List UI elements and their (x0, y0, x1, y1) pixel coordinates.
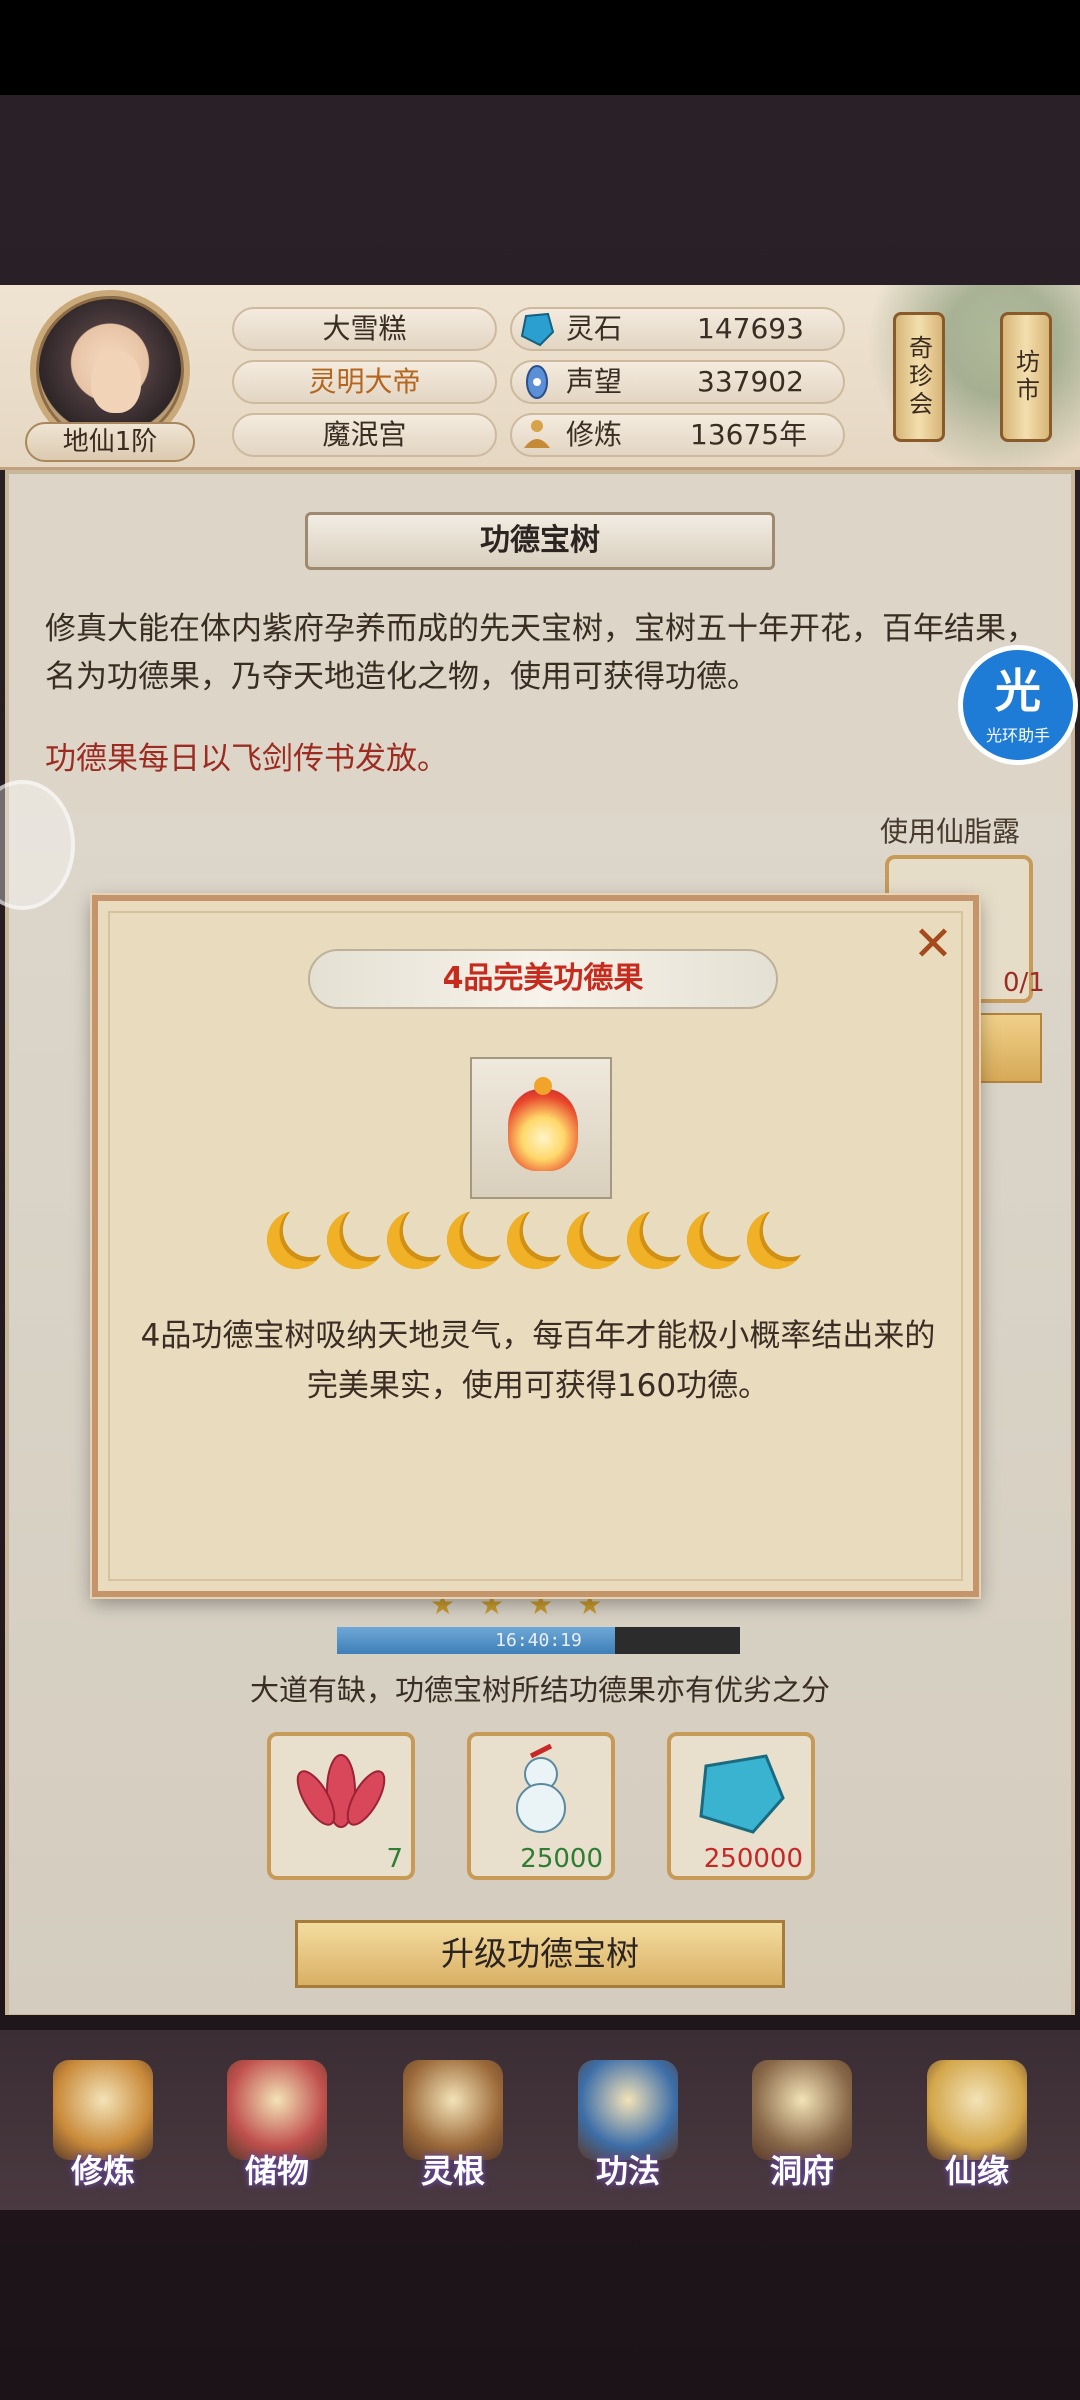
use-dew-count: 0/1 (1003, 968, 1045, 998)
item-icon-box (470, 1057, 612, 1199)
technique-book-icon (578, 2060, 678, 2160)
cultivation-icon (524, 420, 550, 448)
nav-item-technique[interactable]: 功法 (553, 2060, 703, 2210)
resource-value: 147693 (697, 312, 804, 345)
player-sect: 魔泯宫 (232, 413, 497, 457)
nav-label: 仙缘 (944, 2152, 1009, 2190)
nav-label: 功法 (595, 2152, 660, 2190)
player-name: 大雪糕 (232, 307, 497, 351)
spirit-stone-icon (520, 312, 555, 347)
crescent-moon-icon (320, 1204, 391, 1275)
use-dew-label: 使用仙脂露 (880, 815, 1021, 848)
cost-quantity: 250000 (703, 1844, 803, 1874)
gourd-icon (516, 1743, 566, 1833)
player-title: 灵明大帝 (232, 360, 497, 404)
crescent-moon-icon (380, 1204, 451, 1275)
nav-item-cultivate[interactable]: 修炼 (28, 2060, 178, 2210)
growth-timer-text: 16:40:19 (495, 1630, 582, 1651)
nav-label: 修炼 (70, 2152, 135, 2190)
fruit-stem (534, 1077, 552, 1095)
lotus-icon (296, 1754, 386, 1828)
nav-label: 灵根 (420, 2152, 485, 2190)
crescent-moon-icon (620, 1204, 691, 1275)
crescent-moon-icon (500, 1204, 571, 1275)
crescent-moon-icon (260, 1204, 331, 1275)
cost-quantity: 7 (386, 1844, 403, 1874)
spirit-stone-icon (699, 1754, 785, 1834)
nav-item-fortune[interactable]: 仙缘 (902, 2060, 1052, 2210)
avatar-face (91, 351, 141, 413)
spirit-root-icon (403, 2060, 503, 2160)
cost-quantity: 25000 (520, 1844, 603, 1874)
resource-label: 修炼 (566, 418, 623, 451)
prestige-icon (526, 365, 548, 399)
quality-moons (98, 1211, 973, 1283)
nav-item-storage[interactable]: 储物 (202, 2060, 352, 2210)
cultivate-icon (53, 2060, 153, 2160)
cost-slot-lotus[interactable]: 7 (267, 1732, 415, 1880)
modal-description: 4品功德宝树吸纳天地灵气，每百年才能极小概率结出来的完美果实，使用可获得160功… (140, 1318, 936, 1404)
panel-title: 功德宝树 (305, 512, 775, 570)
nav-item-cave[interactable]: 洞府 (727, 2060, 877, 2210)
modal-title: 4品完美功德果 (308, 949, 778, 1009)
cost-slot-gourd[interactable]: 25000 (467, 1732, 615, 1880)
panel-description: 修真大能在体内紫府孕养而成的先天宝树，宝树五十年开花，百年结果，名为功德果，乃夺… (45, 611, 1037, 695)
rank-badge: 地仙1阶 (25, 422, 195, 462)
nav-label: 储物 (244, 2152, 309, 2190)
fortune-icon (927, 2060, 1027, 2160)
cost-slot-spirit-stone[interactable]: 250000 (667, 1732, 815, 1880)
helper-label: 光环助手 (985, 726, 1050, 745)
close-icon[interactable]: ✕ (908, 919, 958, 969)
cave-dwelling-icon (752, 2060, 852, 2160)
nav-item-spirit-root[interactable]: 灵根 (378, 2060, 528, 2210)
tree-caption: 大道有缺，功德宝树所结功德果亦有优劣之分 (249, 1673, 830, 1707)
resource-value: 337902 (697, 365, 804, 398)
helper-button[interactable]: 光 光环助手 (958, 645, 1078, 765)
helper-logo: 光 (995, 664, 1041, 718)
crescent-moon-icon (440, 1204, 511, 1275)
growth-timer-bar: 16:40:19 (337, 1627, 740, 1654)
item-detail-modal: 4品完美功德果 ✕ 4品功德宝树吸纳天地灵气，每百年才能极小概率结出来的完美果实… (92, 895, 979, 1597)
resource-value: 13675年 (690, 418, 808, 451)
crescent-moon-icon (680, 1204, 751, 1275)
upgrade-tree-button[interactable]: 升级功德宝树 (295, 1920, 785, 1988)
crescent-moon-icon (740, 1204, 811, 1275)
storage-bag-icon (227, 2060, 327, 2160)
panel-notice: 功德果每日以飞剑传书发放。 (45, 741, 448, 777)
market-button[interactable]: 坊市 (1000, 312, 1052, 442)
resource-label: 灵石 (566, 312, 623, 345)
resource-label: 声望 (566, 365, 623, 398)
crescent-moon-icon (560, 1204, 631, 1275)
nav-label: 洞府 (769, 2152, 834, 2190)
merit-fruit-icon (508, 1089, 578, 1171)
treasure-fair-button[interactable]: 奇珍会 (893, 312, 945, 442)
game-screen: { "player": { "name": "大雪糕", "title": "灵… (0, 0, 1080, 2400)
